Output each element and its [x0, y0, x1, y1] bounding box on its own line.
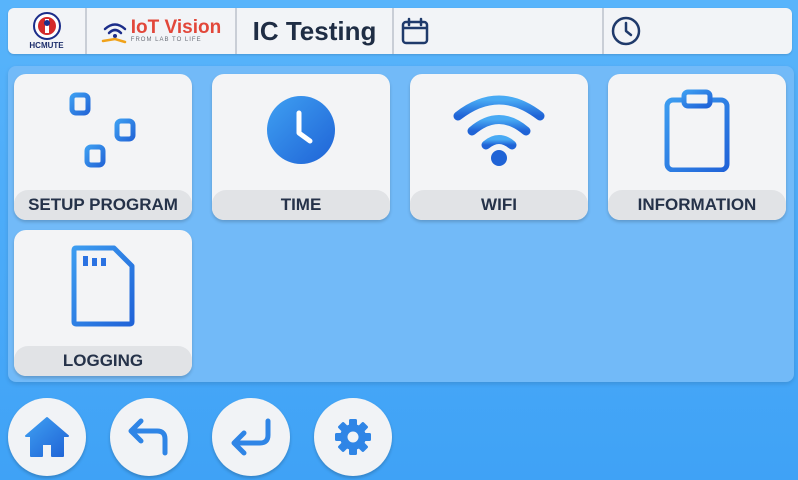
page-title: IC Testing [252, 15, 377, 46]
enter-button[interactable] [212, 398, 290, 476]
sd-card-icon [71, 245, 135, 327]
page-title-cell: IC Testing [237, 8, 394, 54]
tile-label: INFORMATION [608, 190, 786, 220]
clipboard-icon [664, 89, 730, 172]
header-bar: HCMUTE IoT Vision FROM LAB TO LIFE IC Te… [8, 8, 792, 54]
main-menu-panel: SETUP PROGRAM TIME WIFI INFORMATION LOGG… [8, 66, 794, 382]
enter-icon [231, 418, 271, 456]
tile-label: SETUP PROGRAM [14, 190, 192, 220]
iot-vision-logo: IoT Vision FROM LAB TO LIFE [87, 8, 237, 54]
tile-label: TIME [212, 190, 390, 220]
back-arrow-icon [128, 418, 168, 456]
home-icon [25, 417, 69, 457]
tile-label: WIFI [410, 190, 588, 220]
hcmute-emblem-icon [32, 12, 61, 40]
iot-vision-logo-main: IoT Vision [130, 17, 222, 38]
iot-wifi-logo-icon [101, 23, 127, 44]
back-button[interactable] [110, 398, 188, 476]
clock-icon [267, 96, 335, 164]
time-display [604, 8, 792, 54]
sliders-icon [56, 92, 150, 168]
calendar-icon [401, 17, 429, 45]
tile-wifi[interactable]: WIFI [410, 74, 588, 220]
iot-vision-logo-tagline: FROM LAB TO LIFE [130, 37, 202, 43]
date-display [394, 8, 604, 54]
wifi-icon [453, 95, 545, 166]
clock-icon [611, 16, 641, 46]
hcmute-logo-text: HCMUTE [29, 41, 64, 50]
tile-time[interactable]: TIME [212, 74, 390, 220]
tile-information[interactable]: INFORMATION [608, 74, 786, 220]
home-button[interactable] [8, 398, 86, 476]
tile-logging[interactable]: LOGGING [14, 230, 192, 376]
settings-button[interactable] [314, 398, 392, 476]
tile-setup-program[interactable]: SETUP PROGRAM [14, 74, 192, 220]
hcmute-logo: HCMUTE [8, 8, 87, 54]
gear-icon [335, 419, 371, 455]
tile-label: LOGGING [14, 346, 192, 376]
